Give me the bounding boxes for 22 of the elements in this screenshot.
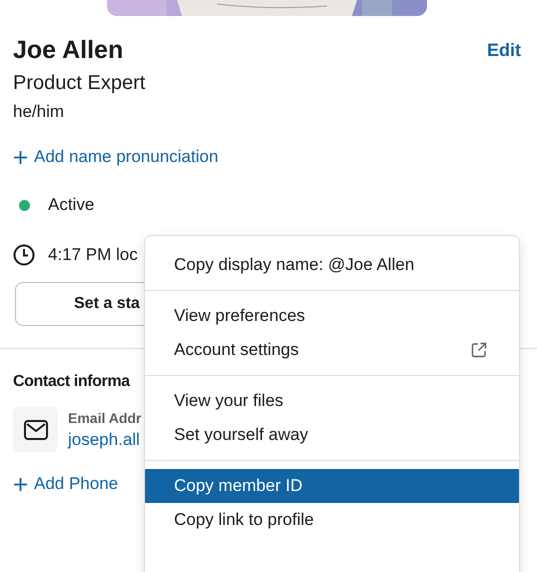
menu-item[interactable]: View preferences bbox=[145, 299, 519, 333]
edit-link[interactable]: Edit bbox=[487, 36, 521, 64]
add-pronunciation-link[interactable]: Add name pronunciation bbox=[13, 145, 218, 169]
email-label: Email Addr bbox=[68, 408, 142, 428]
status-label: Active bbox=[48, 194, 94, 216]
local-time: 4:17 PM loc bbox=[48, 244, 138, 266]
menu-item[interactable]: Account settings bbox=[145, 333, 519, 367]
menu-item[interactable]: View your files bbox=[145, 384, 519, 418]
plus-icon bbox=[13, 476, 28, 492]
menu-item[interactable]: Copy link to profile bbox=[145, 503, 519, 537]
email-link[interactable]: joseph.all bbox=[68, 428, 142, 452]
menu-item[interactable]: Copy display name: @Joe Allen bbox=[145, 248, 519, 282]
menu-item[interactable]: Copy member ID bbox=[145, 469, 519, 503]
add-phone-link[interactable]: Add Phone bbox=[13, 472, 118, 496]
profile-name: Joe Allen bbox=[13, 35, 124, 66]
envelope-icon bbox=[24, 420, 48, 440]
contact-heading: Contact informa bbox=[13, 372, 132, 392]
job-title: Product Expert bbox=[13, 71, 146, 96]
pronouns: he/him bbox=[13, 101, 66, 123]
plus-icon bbox=[13, 150, 28, 164]
menu-item[interactable]: Set yourself away bbox=[145, 418, 519, 452]
clock-icon bbox=[13, 244, 35, 266]
